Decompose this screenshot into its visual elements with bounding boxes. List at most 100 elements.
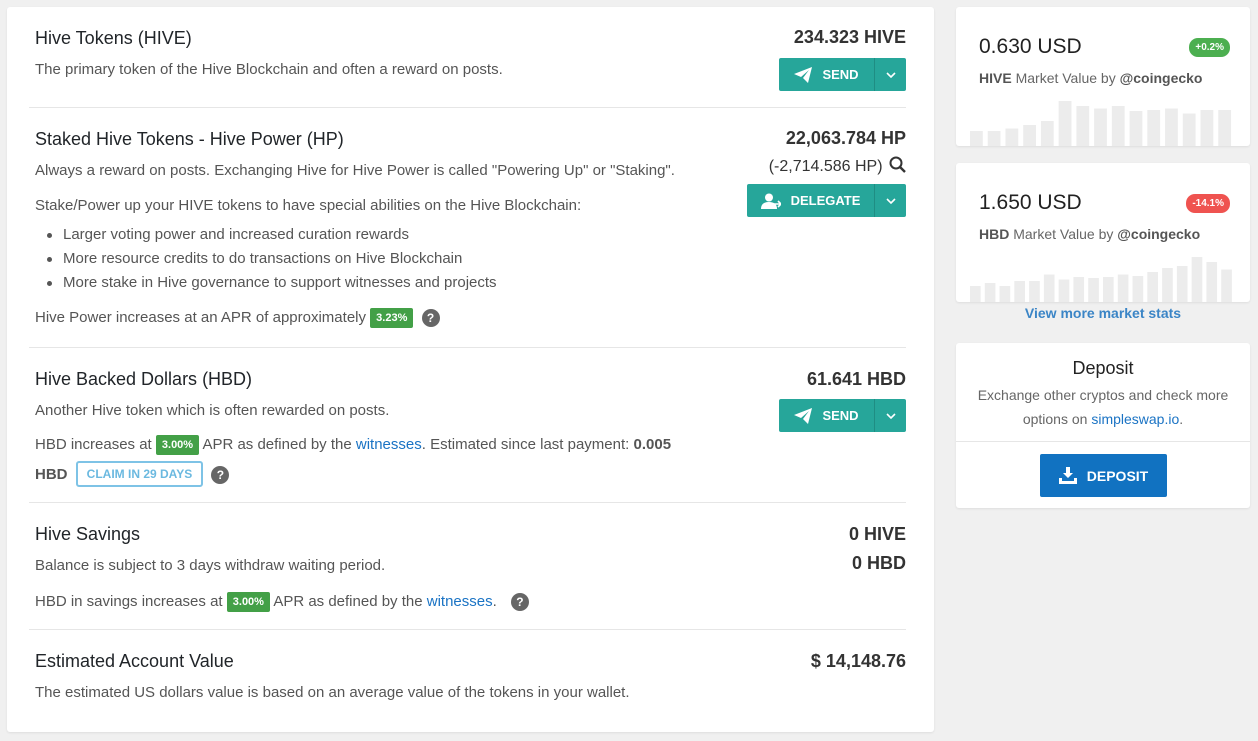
sparkline-bar <box>1162 268 1173 302</box>
deposit-button[interactable]: DEPOSIT <box>1040 454 1167 497</box>
sparkline-bar <box>1103 277 1114 302</box>
sparkline-bar <box>1040 121 1054 146</box>
deposit-text-prefix: options on <box>1022 411 1088 427</box>
sparkline-bar <box>970 286 981 302</box>
sparkline-bar <box>1058 101 1072 146</box>
chevron-down-icon <box>885 197 896 204</box>
estimated-amount: $ 14,148.76 <box>810 651 906 671</box>
hbd-change-badge: -14.1% <box>1186 194 1230 213</box>
divider <box>29 347 906 348</box>
savings-apr-mid: APR as defined by the <box>273 593 423 610</box>
hive-market-text: Market Value by <box>1015 70 1116 86</box>
hive-send-button[interactable]: SEND <box>779 58 874 91</box>
hbd-description: Another Hive token which is often reward… <box>35 402 390 419</box>
savings-apr-suffix: . <box>492 593 497 610</box>
hbd-send-button-group: SEND <box>779 399 906 432</box>
hp-amount[interactable]: 22,063.784 HP <box>786 128 906 149</box>
view-more-market-stats-link[interactable]: View more market stats <box>956 305 1250 321</box>
savings-apr-line: HBD in savings increases at 3.00% APR as… <box>35 592 529 612</box>
sparkline-bar <box>1117 274 1129 302</box>
download-tray-icon <box>1058 467 1077 484</box>
hive-price: 0.630 USD <box>979 35 1082 58</box>
hbd-token-label: HBD <box>979 226 1010 242</box>
sparkline-bar <box>999 286 1011 302</box>
hive-token-label: HIVE <box>979 70 1012 86</box>
help-icon[interactable]: ? <box>211 466 230 484</box>
sparkline-bar <box>1094 108 1107 146</box>
sparkline-bar <box>1176 266 1188 302</box>
wallet-balances-card: Hive Tokens (HIVE) The primary token of … <box>7 7 934 732</box>
savings-apr-prefix: HBD in savings increases at <box>35 593 223 610</box>
hp-benefits-list: Larger voting power and increased curati… <box>35 223 497 295</box>
hbd-estimated-unit: HBD <box>35 466 68 483</box>
delegate-label: DELEGATE <box>790 193 861 208</box>
search-icon[interactable] <box>889 156 906 173</box>
simpleswap-link[interactable]: simpleswap.io <box>1091 411 1179 427</box>
sparkline-bar <box>987 131 1001 146</box>
user-delegate-icon <box>760 193 781 209</box>
sparkline-bar <box>970 131 983 146</box>
sparkline-bar <box>1147 110 1161 146</box>
delegate-button[interactable]: DELEGATE <box>747 184 874 217</box>
hive-market-source: HIVE Market Value by @coingecko <box>979 70 1203 86</box>
hp-delegate-button-group: DELEGATE <box>747 184 906 217</box>
divider <box>29 629 906 630</box>
hp-description-2: Stake/Power up your HIVE tokens to have … <box>35 197 582 214</box>
hbd-send-dropdown[interactable] <box>874 399 906 432</box>
hbd-price: 1.650 USD <box>979 191 1082 214</box>
hbd-apr-badge: 3.00% <box>155 435 200 455</box>
witnesses-link[interactable]: witnesses <box>427 593 493 610</box>
hp-apr-text: Hive Power increases at an APR of approx… <box>35 309 366 326</box>
deposit-title: Deposit <box>1072 358 1134 378</box>
hbd-apr-line: HBD increases at 3.00% APR as defined by… <box>35 435 671 455</box>
sparkline-bar <box>1023 125 1036 146</box>
estimated-description: The estimated US dollars value is based … <box>35 684 630 701</box>
hp-delegated-line: (-2,714.586 HP) <box>769 156 906 176</box>
savings-apr-badge: 3.00% <box>226 592 270 612</box>
paper-plane-icon <box>794 407 813 424</box>
sparkline-bar <box>1191 257 1203 302</box>
hive-amount[interactable]: 234.323 HIVE <box>794 27 906 48</box>
claim-button[interactable]: CLAIM IN 29 DAYS <box>75 461 204 487</box>
help-icon[interactable]: ? <box>421 309 440 327</box>
hbd-market-source: HBD Market Value by @coingecko <box>979 226 1200 242</box>
chevron-down-icon <box>885 71 896 78</box>
savings-title: Hive Savings <box>35 524 141 544</box>
hive-change-badge: +0.2% <box>1189 38 1230 57</box>
hbd-price-sparkline <box>970 257 1232 302</box>
sparkline-bar <box>1206 262 1218 302</box>
sparkline-bar <box>1218 110 1232 146</box>
hive-market-card[interactable]: 0.630 USD +0.2% HIVE Market Value by @co… <box>956 7 1250 146</box>
divider <box>29 502 906 503</box>
hbd-send-button[interactable]: SEND <box>779 399 874 432</box>
sparkline-bar <box>984 283 996 302</box>
list-item: More resource credits to do transactions… <box>35 247 497 271</box>
divider <box>29 107 906 108</box>
hbd-send-label: SEND <box>822 408 859 423</box>
deposit-text-suffix: . <box>1179 411 1184 427</box>
hbd-estimated-value: 0.005 <box>633 436 672 453</box>
hbd-amount[interactable]: 61.641 HBD <box>807 369 906 390</box>
hbd-apr-prefix: HBD increases at <box>35 436 152 453</box>
hp-delegate-dropdown[interactable] <box>874 184 906 217</box>
sparkline-bar <box>1200 110 1214 146</box>
hp-apr-badge: 3.23% <box>370 308 414 328</box>
hive-send-dropdown[interactable] <box>874 58 906 91</box>
sparkline-bar <box>1029 281 1040 302</box>
hp-title: Staked Hive Tokens - Hive Power (HP) <box>35 129 344 149</box>
savings-hbd-amount[interactable]: 0 HBD <box>852 553 906 574</box>
hbd-market-card[interactable]: 1.650 USD -14.1% HBD Market Value by @co… <box>956 163 1250 302</box>
help-icon[interactable]: ? <box>510 593 529 611</box>
deposit-text: Exchange other cryptos and check more op… <box>976 383 1230 431</box>
list-item: Larger voting power and increased curati… <box>35 223 497 247</box>
hbd-apr-mid: APR as defined by the <box>202 436 352 453</box>
sparkline-bar <box>1005 128 1019 146</box>
hive-title: Hive Tokens (HIVE) <box>35 28 192 48</box>
witnesses-link[interactable]: witnesses <box>356 436 422 453</box>
hbd-claim-line: HBD CLAIM IN 29 DAYS ? <box>35 461 230 487</box>
sparkline-bar <box>1182 113 1196 146</box>
savings-hive-amount[interactable]: 0 HIVE <box>849 524 906 545</box>
sparkline-bar <box>1073 277 1085 302</box>
hbd-title: Hive Backed Dollars (HBD) <box>35 369 253 389</box>
hive-description: The primary token of the Hive Blockchain… <box>35 61 503 78</box>
